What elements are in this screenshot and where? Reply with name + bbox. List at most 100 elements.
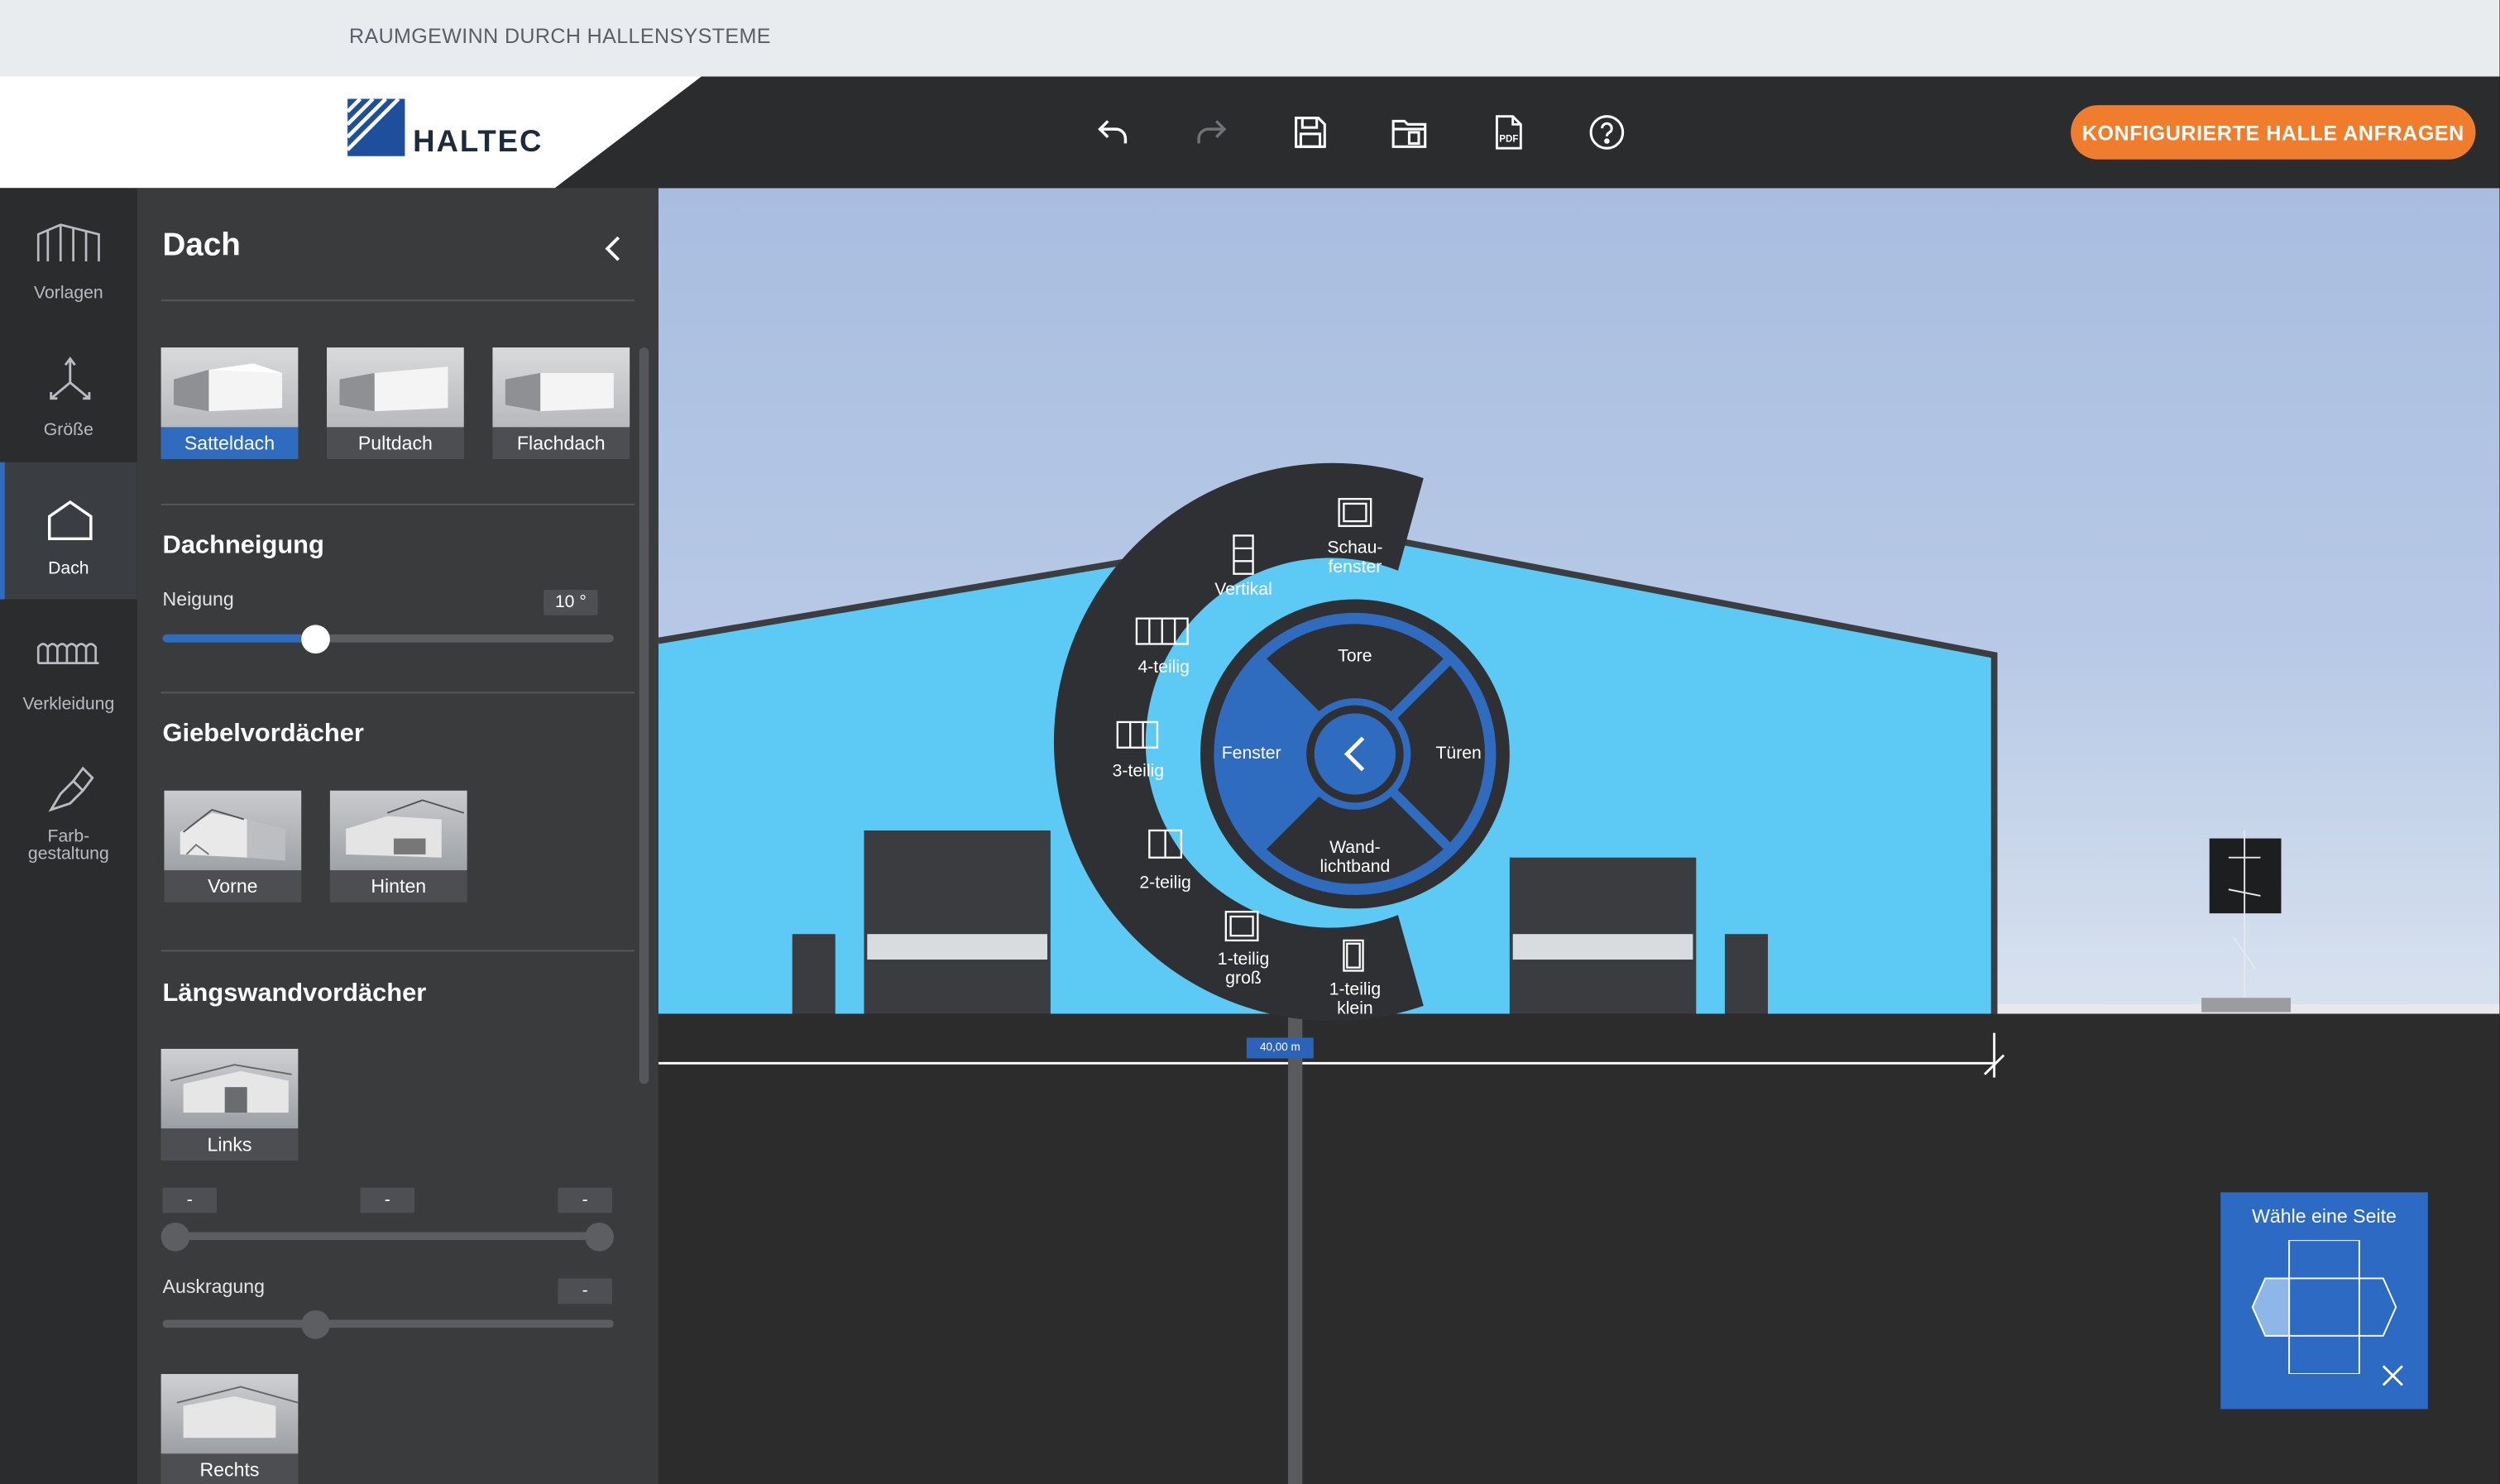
radial-item-tueren[interactable]: Türen [1435,744,1481,764]
undo-icon [1098,120,1128,144]
long-wall-option-rechts[interactable]: Rechts [160,1374,299,1484]
top-strip: RAUMGEWINN DURCH HALLENSYSTEME [0,0,2500,77]
radial-item-1-teilig-klein[interactable]: 1-teilig klein [1329,980,1381,1018]
radial-label-line1: Wand- [1329,838,1381,858]
help-button[interactable] [1580,105,1635,160]
gable-option-label: Vorne [164,870,302,902]
roof-type-pultdach[interactable]: Pultdach [327,347,464,459]
load-button[interactable] [1382,105,1437,160]
pitch-slider-track[interactable] [162,634,614,643]
nav-label: Größe [43,420,93,440]
overhang-slider-track[interactable] [162,1319,614,1328]
radial-item-tore[interactable]: Tore [1338,647,1372,666]
panel-scrollbar[interactable] [639,347,649,1084]
gable-option-hinten[interactable]: Hinten [329,790,467,902]
pdf-button[interactable]: PDF [1481,105,1535,160]
pitch-value[interactable]: 10 ° [544,589,598,615]
radial-label-line1: Schau- [1327,539,1383,558]
panel-title: Dach [162,227,241,263]
radial-item-fenster[interactable]: Fenster [1222,744,1281,764]
axes-icon [50,357,91,400]
radial-item-4-teilig[interactable]: 4-teilig [1137,658,1189,677]
save-button[interactable] [1283,105,1338,160]
gable-option-label: Hinten [329,870,467,902]
roof-type-label: Pultdach [327,427,464,459]
gable-option-vorne[interactable]: Vorne [164,790,302,902]
radial-label-line2: groß [1225,969,1262,989]
paint-brush-icon [48,766,94,812]
radial-item-wandlichtband[interactable]: Wand- lichtband [1319,839,1390,877]
roof-settings-panel: Dach Satteldach Pultdach Flachdach Dachn… [136,188,659,1484]
brand-name: HALTEC [413,126,544,160]
range-value-start[interactable]: - [162,1187,218,1214]
nav-item-vorlagen[interactable]: Vorlagen [0,188,137,325]
folder-icon [1391,119,1427,148]
radial-label-line2: fenster [1328,558,1382,577]
divider [160,503,635,505]
radial-label-line2: klein [1337,999,1373,1019]
cladding-icon [36,643,99,664]
divider [160,299,635,302]
redo-icon [1197,120,1227,144]
nav-label: Verkleidung [22,695,115,715]
roof-type-flachdach[interactable]: Flachdach [492,347,630,459]
svg-text:PDF: PDF [1499,134,1518,144]
nav-label: Dach [48,559,89,579]
nav-item-dach[interactable]: Dach [0,462,137,600]
request-hall-button[interactable]: KONFIGURIERTE HALLE ANFRAGEN [2071,105,2476,160]
roof-type-satteldach[interactable]: Satteldach [160,347,299,459]
nav-item-verkleidung[interactable]: Verkleidung [0,600,137,737]
side-selector[interactable]: Wähle eine Seite [2220,1192,2428,1410]
hall-icon [36,223,100,262]
3d-viewport[interactable]: Tore Türen Fenster Wand- lichtband Schau… [658,188,2500,1484]
radial-item-vertikal[interactable]: Vertikal [1214,580,1272,599]
nav-label: Vorlagen [34,283,103,304]
divider [160,692,635,694]
section-title-dachneigung: Dachneigung [162,532,324,560]
range-value-end[interactable]: - [558,1187,612,1214]
overhang-value[interactable]: - [558,1278,612,1304]
redo-button[interactable] [1185,105,1239,160]
nav-item-farbgestaltung[interactable]: Farb- gestaltung [0,736,137,896]
radial-item-2-teilig[interactable]: 2-teilig [1139,874,1190,893]
collapse-panel-button[interactable] [601,234,626,263]
undo-button[interactable] [1085,105,1140,160]
pitch-slider-handle[interactable] [301,625,331,654]
nav-label: Farb- [47,827,90,847]
roof-type-label: Flachdach [492,427,630,459]
dimension-label: 40,00 m [1246,1037,1314,1059]
roof-type-label: Satteldach [160,427,299,459]
left-navigation: Vorlagen Größe Dach Verkleidung Farb- ge… [0,188,137,1484]
range-slider-handle-start[interactable] [160,1222,190,1252]
help-icon [1589,115,1625,150]
overhang-slider-handle[interactable] [301,1309,330,1339]
section-title-laengswandvordaecher: Längswandvordächer [162,980,427,1008]
radial-item-3-teilig[interactable]: 3-teilig [1113,762,1164,781]
radial-item-1-teilig-gross[interactable]: 1-teilig groß [1218,950,1269,988]
radial-label-line1: 1-teilig [1329,980,1382,1000]
radial-label-line1: 1-teilig [1217,950,1270,969]
roof-icon [48,500,93,541]
save-icon [1295,117,1326,148]
divider [160,950,635,952]
haltec-logo-icon [347,98,405,156]
radial-item-schaufenster[interactable]: Schau- fenster [1327,539,1382,577]
nav-item-groesse[interactable]: Größe [0,325,137,462]
long-wall-option-label: Links [160,1128,299,1161]
range-slider-handle-end[interactable] [585,1222,614,1252]
pitch-label: Neigung [162,588,234,611]
pitch-slider-fill [162,634,316,643]
pdf-icon: PDF [1495,115,1522,150]
close-icon[interactable] [2382,1364,2404,1386]
side-selector-title: Wähle eine Seite [2252,1204,2397,1228]
overhang-label: Auskragung [162,1275,265,1298]
long-wall-option-links[interactable]: Links [160,1048,299,1161]
radial-label-line2: lichtband [1319,857,1391,877]
range-value-mid[interactable]: - [360,1187,415,1214]
section-title-giebelvordaecher: Giebelvordächer [162,720,364,748]
range-slider-track[interactable] [162,1232,614,1241]
nav-label-line2: gestaltung [27,845,109,864]
tagline: RAUMGEWINN DURCH HALLENSYSTEME [349,23,771,48]
long-wall-option-label: Rechts [160,1453,299,1484]
side-selector-map[interactable] [2249,1240,2399,1375]
